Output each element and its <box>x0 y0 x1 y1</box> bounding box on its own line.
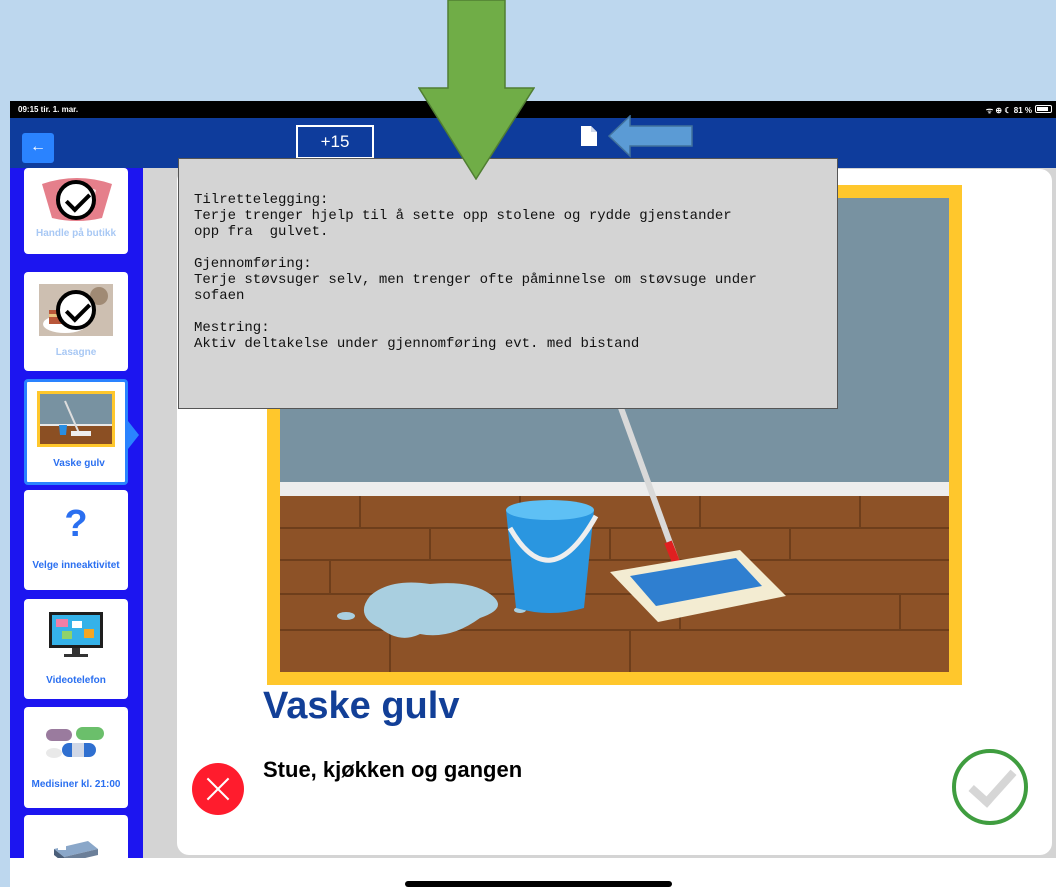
status-time: 09:15 tir. 1. mar. <box>18 105 79 114</box>
monitor-icon <box>49 612 103 657</box>
activity-sidebar: Handle på butikk Lasagne Vaske gulv ? Ve… <box>10 168 143 875</box>
sidebar-item-handle-pa-butikk[interactable]: Handle på butikk <box>24 168 128 254</box>
sidebar-item-vaske-gulv[interactable]: Vaske gulv <box>24 379 128 485</box>
completed-check-icon <box>56 180 96 220</box>
sidebar-item-videotelefon[interactable]: Videotelefon <box>24 599 128 699</box>
question-mark-icon: ? <box>64 503 88 545</box>
mop-floor-icon <box>37 391 115 447</box>
activity-subtitle: Stue, kjøkken og gangen <box>263 757 523 782</box>
sidebar-item-medisiner[interactable]: Medisiner kl. 21:00 <box>24 707 128 808</box>
sidebar-item-label: Lasagne <box>55 347 97 358</box>
back-button[interactable]: ← <box>22 133 54 163</box>
sidebar-item-label: Vaske gulv <box>53 458 105 469</box>
status-indicators: ᯤ ⊕ ☾ 81 % <box>985 106 1032 115</box>
cancel-button[interactable] <box>192 763 244 815</box>
annotation-down-arrow-icon <box>418 0 535 180</box>
sidebar-item-label: Velge inneaktivitet <box>32 560 120 571</box>
notes-mestring: Mestring: Aktiv deltakelse under gjennom… <box>194 320 640 352</box>
annotation-left-arrow-icon <box>608 115 693 158</box>
activity-notes-popup: Tilrettelegging: Terje trenger hjelp til… <box>178 158 838 409</box>
document-icon[interactable] <box>581 126 597 146</box>
completed-check-icon <box>56 290 96 330</box>
battery-icon <box>1035 105 1052 113</box>
notes-tilrettelegging: Tilrettelegging: Terje trenger hjelp til… <box>194 192 732 240</box>
pills-icon <box>46 727 104 758</box>
bottom-bar <box>10 858 1056 887</box>
activity-title: Vaske gulv <box>263 685 460 727</box>
sidebar-item-label: Handle på butikk <box>35 228 116 239</box>
time-shift-button[interactable]: +15 <box>296 125 374 159</box>
sidebar-item-velge-inneaktivitet[interactable]: ? Velge inneaktivitet <box>24 490 128 590</box>
sidebar-item-label: Medisiner kl. 21:00 <box>31 779 121 790</box>
sidebar-item-label: Videotelefon <box>46 675 106 686</box>
selected-item-pointer <box>128 421 139 449</box>
sidebar-item-lasagne[interactable]: Lasagne <box>24 272 128 371</box>
home-indicator[interactable] <box>405 881 672 887</box>
complete-button[interactable] <box>952 749 1028 825</box>
notes-gjennomforing: Gjennomføring: Terje støvsuger selv, men… <box>194 256 757 304</box>
